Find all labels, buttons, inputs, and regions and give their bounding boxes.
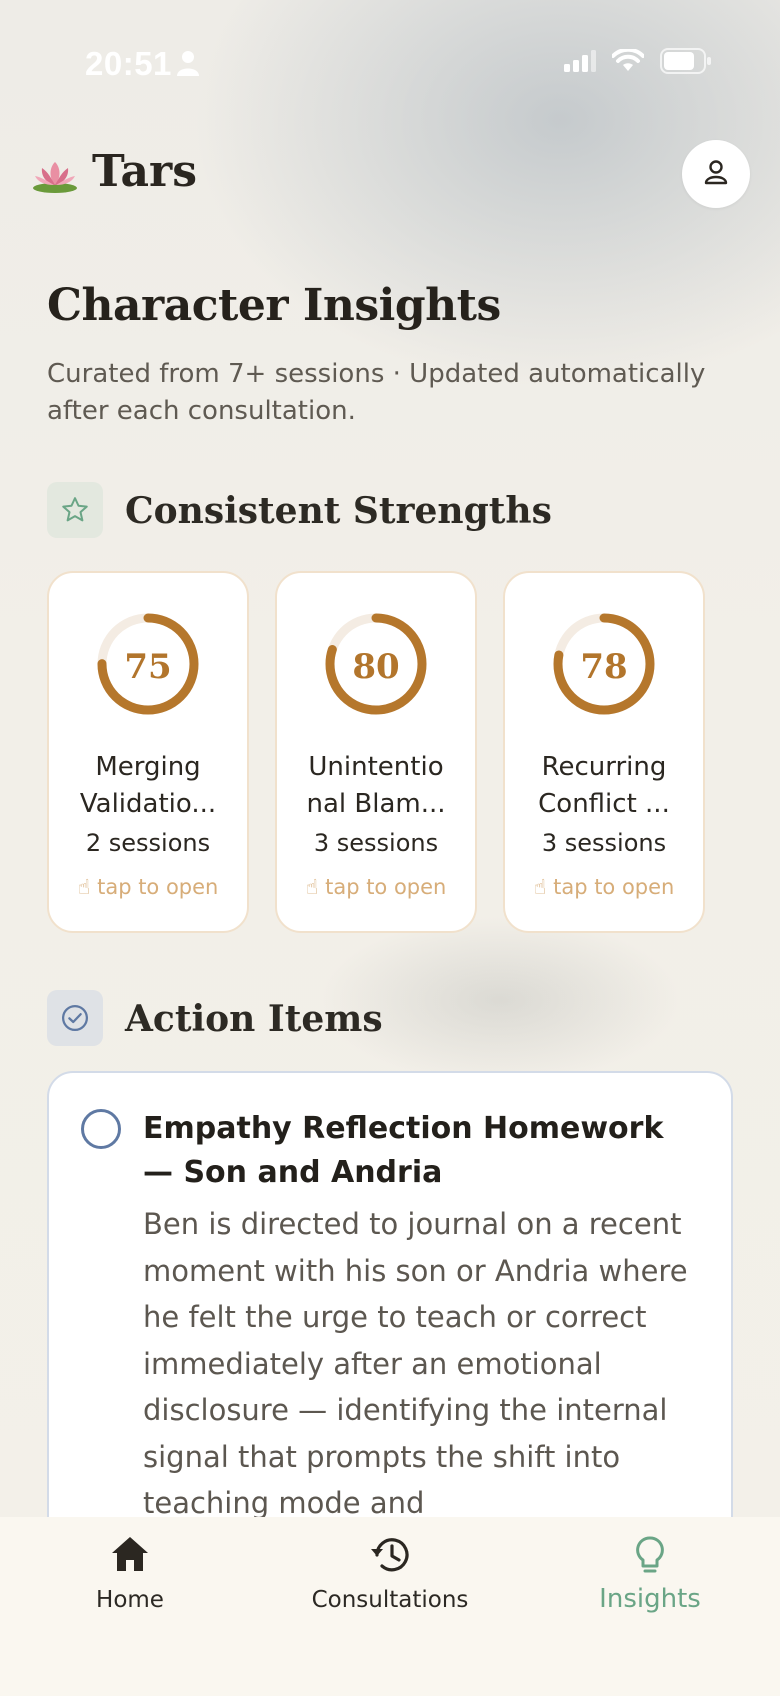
tap-hint: ☝ tap to open [305,875,447,899]
tab-consultations[interactable]: Consultations [260,1517,520,1696]
user-icon [703,159,729,189]
status-bar: 20:51 [0,0,780,120]
person-icon [177,50,199,80]
tap-hand-icon: ☝ [77,875,98,899]
tab-label: Insights [599,1584,701,1614]
action-title: Empathy Reflection Homework — Son and An… [143,1111,664,1190]
status-time: 20:51 [85,45,172,82]
tab-insights[interactable]: Insights [520,1517,780,1696]
strength-cards: 75 Merging Validatio... 2 sessions ☝ tap… [47,571,705,933]
home-icon [110,1535,150,1577]
lightbulb-icon [634,1535,666,1581]
action-description: Ben is directed to journal on a recent m… [143,1207,688,1520]
tab-home[interactable]: Home [0,1517,260,1696]
check-circle-icon [47,990,103,1046]
app-name: Tars [92,146,197,197]
score-value: 78 [580,647,628,687]
tab-label: Home [96,1587,164,1613]
battery-icon [660,48,712,78]
strength-card[interactable]: 80 Unintentio nal Blam... 3 sessions ☝ t… [275,571,477,933]
app-header: Tars [32,140,750,210]
strength-label: Unintentio nal Blam... [306,752,446,819]
session-count: 3 sessions [541,829,667,857]
score-value: 75 [124,647,172,687]
tap-hint: ☝ tap to open [533,875,675,899]
tap-hand-icon: ☝ [305,875,326,899]
session-count: 3 sessions [313,829,439,857]
tap-hint: ☝ tap to open [77,875,219,899]
status-indicators [564,47,712,78]
action-item-card[interactable]: Empathy Reflection Homework — Son and An… [47,1071,733,1591]
profile-button[interactable] [682,140,750,208]
star-icon [47,482,103,538]
strength-card[interactable]: 78 Recurring Conflict ... 3 sessions ☝ t… [503,571,705,933]
history-icon [369,1535,411,1579]
page-subtitle: Curated from 7+ sessions · Updated autom… [47,359,706,426]
strength-label: Merging Validatio... [79,752,217,819]
lotus-logo-icon [32,158,78,194]
session-count: 2 sessions [85,829,211,857]
tab-label: Consultations [311,1587,469,1613]
strength-card[interactable]: 75 Merging Validatio... 2 sessions ☝ tap… [47,571,249,933]
strengths-title: Consistent Strengths [125,490,552,532]
score-value: 80 [352,647,400,687]
signal-icon [564,50,596,76]
action-checkbox[interactable] [81,1109,121,1149]
strength-label: Recurring Conflict ... [538,752,670,819]
tap-hand-icon: ☝ [533,875,554,899]
page-title: Character Insights [47,280,501,331]
actions-title: Action Items [125,998,383,1040]
bottom-tab-bar: Home Consultations Insights [0,1517,780,1696]
wifi-icon [611,47,645,77]
